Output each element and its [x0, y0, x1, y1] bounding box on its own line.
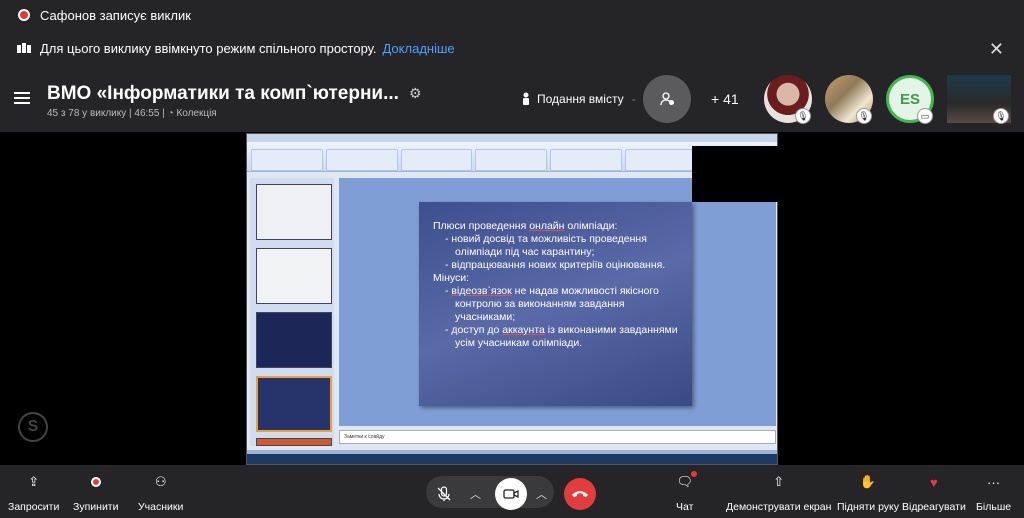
slide-bullet: - відеозв`язок не надав можливості якісн…: [445, 285, 659, 323]
slide-thumbnail: [256, 376, 332, 432]
skype-logo-icon: S: [18, 412, 48, 442]
mute-button[interactable]: [428, 478, 460, 510]
call-header: ВМО «Інформатики та комп`ютерни... ⚙ 45 …: [0, 66, 1024, 132]
chat-icon: 🗨: [676, 471, 697, 491]
collection-icon: ◔: [167, 108, 174, 119]
end-call-button[interactable]: [564, 478, 596, 510]
chevron-up-icon[interactable]: ︿: [536, 486, 547, 502]
hang-up-icon: [572, 491, 588, 497]
call-status: 45 з 78 у виклику | 46:55 |: [47, 108, 168, 119]
share-space-icon: [17, 43, 31, 53]
chevron-up-icon[interactable]: ︿: [470, 486, 481, 502]
black-overlay: [692, 146, 778, 202]
camera-icon: [503, 489, 519, 499]
stop-recording-button[interactable]: Зупинити: [73, 473, 118, 513]
chat-button[interactable]: 🗨 Чат: [676, 471, 697, 513]
ppt-titlebar: [247, 134, 777, 142]
slide-minuses: Мінуси:: [433, 272, 470, 284]
collection-label[interactable]: Колекція: [176, 108, 216, 119]
mic-off-icon: [437, 486, 451, 501]
slide-notes: Заметки к слайду: [339, 430, 776, 444]
slide-thumbnails: [250, 178, 334, 446]
heart-icon: ♥: [930, 474, 938, 490]
more-button[interactable]: ··· Більше: [976, 473, 1011, 514]
recording-text: Сафонов записує виклик: [40, 7, 191, 23]
presenting-dash: -: [631, 92, 636, 106]
slide-thumbnail: [256, 184, 332, 240]
people-icon: ⚇: [154, 474, 167, 489]
slide-thumbnail: [256, 248, 332, 304]
more-icon: ···: [987, 474, 1001, 490]
windows-taskbar: [247, 454, 777, 464]
record-icon: [90, 473, 101, 491]
add-people-button[interactable]: [643, 75, 691, 123]
presenting-label: Подання вмісту: [537, 92, 624, 106]
participant-count[interactable]: + 41: [711, 91, 739, 107]
notice-text: Для цього виклику ввімкнуто режим спільн…: [40, 40, 377, 56]
react-button[interactable]: ♥ Відреагувати: [902, 473, 966, 514]
close-icon[interactable]: ✕: [989, 39, 1004, 60]
chat-unread-dot: [690, 471, 697, 477]
together-mode-notice: Для цього виклику ввімкнуто режим спільн…: [0, 30, 1024, 66]
gear-icon[interactable]: ⚙: [409, 85, 422, 102]
invite-button[interactable]: ⇪ Запросити: [8, 473, 59, 513]
slide-heading: Плюси проведення онлайн олімпіади:: [433, 220, 618, 232]
camera-button[interactable]: [495, 478, 527, 510]
share-screen-button[interactable]: ⇧ Демонструвати екран: [726, 473, 831, 513]
slide: Плюси проведення онлайн олімпіади: - нов…: [419, 202, 692, 406]
share-screen-icon: ⇧: [773, 474, 785, 489]
hand-icon: ✋: [859, 474, 877, 489]
add-person-icon: [660, 92, 674, 106]
slide-bullet: - новий досвід та можливість проведення …: [445, 233, 647, 258]
share-icon: ⇪: [28, 474, 40, 489]
learn-more-link[interactable]: Докладніше: [382, 41, 454, 56]
slide-thumbnail: [256, 312, 332, 368]
menu-icon[interactable]: [14, 92, 30, 104]
presenting-indicator[interactable]: Подання вмісту -: [521, 92, 636, 106]
muted-mic-icon: 🎙: [795, 108, 811, 124]
slide-bullet: - відпрацювання нових критеріїв оцінюван…: [445, 259, 666, 271]
call-subtitle: 45 з 78 у виклику | 46:55 | ◔ Колекція: [47, 108, 217, 119]
recording-icon: [18, 9, 30, 21]
raise-hand-button[interactable]: ✋ Підняти руку: [837, 473, 899, 513]
call-title: ВМО «Інформатики та комп`ютерни...: [47, 83, 399, 104]
camera-off-icon: ▭: [917, 108, 933, 124]
slide-thumbnail: [256, 438, 332, 446]
presenter-icon: [523, 92, 529, 105]
muted-mic-icon: 🎙: [993, 108, 1009, 124]
slide-canvas: Плюси проведення онлайн олімпіади: - нов…: [339, 178, 776, 426]
slide-bullet: - доступ до аккаунта із виконаними завда…: [445, 324, 678, 349]
recording-bar: Сафонов записує виклик: [0, 0, 1024, 30]
participants-button[interactable]: ⚇ Учасники: [138, 473, 183, 513]
muted-mic-icon: 🎙: [856, 108, 872, 124]
